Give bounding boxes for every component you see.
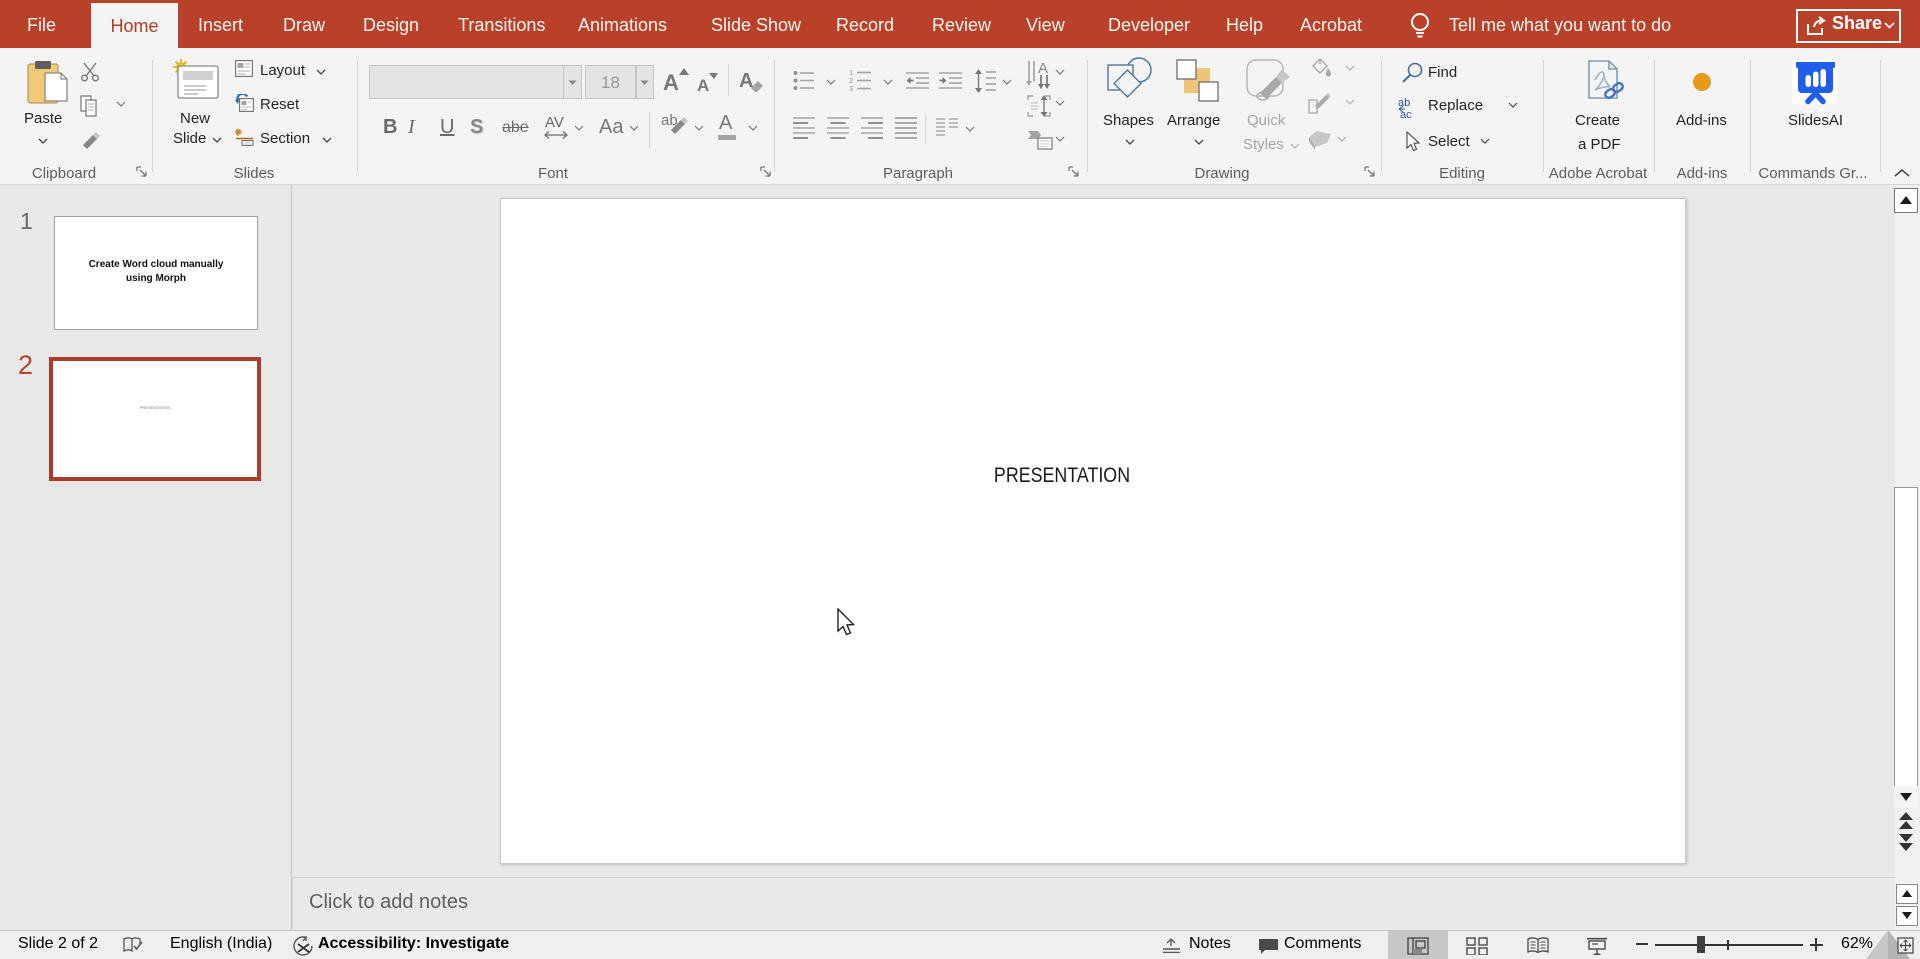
svg-text:3: 3 bbox=[849, 84, 853, 92]
svg-text:ab: ab bbox=[1398, 97, 1410, 109]
svg-text:A: A bbox=[1038, 60, 1048, 77]
